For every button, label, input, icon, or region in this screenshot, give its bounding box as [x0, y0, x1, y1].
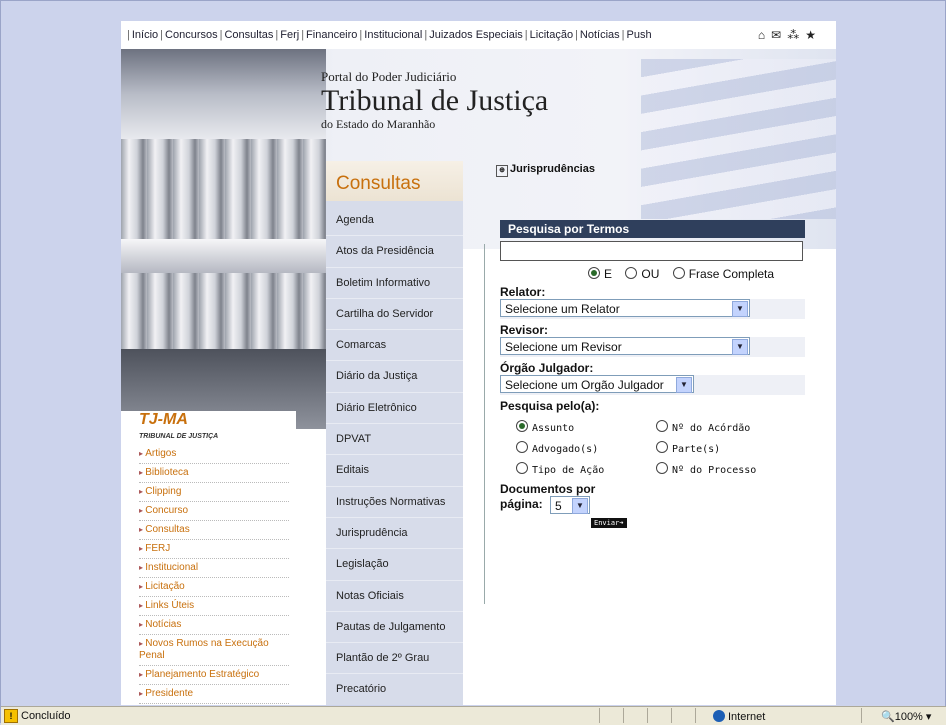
consultas-title: Consultas — [336, 173, 421, 194]
menu-item[interactable]: Atos da Presidência — [326, 236, 463, 268]
nav-ferj[interactable]: Ferj — [280, 29, 299, 41]
web-page: | Início | Concursos | Consultas | Ferj | Finance… — [121, 21, 836, 705]
menu-item[interactable]: Agenda — [326, 205, 463, 237]
nav-concursos[interactable]: Concursos — [165, 29, 218, 41]
submit-button[interactable]: Enviar➜ — [591, 518, 627, 528]
radio-ou[interactable] — [625, 267, 638, 279]
sidebar-item[interactable]: Institucional — [139, 559, 289, 578]
globe-icon — [713, 710, 725, 722]
sidebar-item[interactable]: Notícias — [139, 616, 289, 635]
menu-item[interactable]: Editais — [326, 455, 463, 487]
menu-item[interactable]: Instruções Normativas — [326, 487, 463, 518]
docs-per-page-select[interactable]: 5 ▼ — [550, 496, 591, 514]
sidebar-item[interactable]: Novos Rumos na Execução Penal — [139, 635, 289, 666]
status-text: Concluído — [21, 710, 71, 722]
nav-financeiro[interactable]: Financeiro — [306, 29, 357, 41]
menu-item[interactable]: Diário da Justiça — [326, 361, 463, 393]
panel-title: Pesquisa por Termos — [500, 220, 805, 238]
sidebar-item[interactable]: Links Úteis — [139, 597, 289, 616]
docs-label: Documentos por — [500, 482, 596, 496]
orgao-label: Órgão Julgador: — [500, 361, 594, 375]
menu-item[interactable]: DPVAT — [326, 424, 463, 456]
chevron-down-icon: ▼ — [732, 339, 748, 355]
revisor-label: Revisor: — [500, 323, 549, 337]
brand-title: Tribunal de Justiça — [321, 84, 549, 117]
left-sidebar: TJ-MA TRIBUNAL DE JUSTIÇA Artigos Biblio… — [121, 411, 296, 705]
sidebar-item[interactable]: Consultas — [139, 521, 289, 540]
sidebar-title: TJ-MA — [139, 411, 188, 428]
sidebar-item[interactable]: Planejamento Estratégico — [139, 666, 289, 685]
security-zone: Internet — [713, 710, 765, 723]
nav-noticias[interactable]: Notícias — [580, 29, 620, 41]
search-input[interactable] — [500, 241, 803, 261]
sidebar-subtitle: TRIBUNAL DE JUSTIÇA — [139, 433, 219, 440]
sitemap-icon[interactable]: ⁂ — [787, 28, 805, 42]
mail-icon[interactable]: ✉ — [771, 28, 787, 42]
status-bar: ! Concluído Internet 🔍100% ▾ — [1, 706, 946, 725]
menu-item[interactable]: Boletim Informativo — [326, 268, 463, 299]
sidebar-item[interactable]: Presidente — [139, 685, 289, 704]
brand-line3: do Estado do Maranhão — [321, 117, 436, 131]
nav-push[interactable]: Push — [627, 29, 652, 41]
match-options: E OU Frase Completa — [500, 267, 805, 281]
sidebar-item[interactable]: Biblioteca — [139, 464, 289, 483]
nav-licitacao[interactable]: Licitação — [530, 29, 573, 41]
menu-item[interactable]: Cartilha do Servidor — [326, 299, 463, 331]
menu-item[interactable]: Notas Oficiais — [326, 581, 463, 612]
sidebar-item[interactable]: Concurso — [139, 502, 289, 521]
site-brand: Portal do Poder Judiciário Tribunal de J… — [321, 69, 548, 132]
menu-item[interactable]: Plantão de 2º Grau — [326, 643, 463, 675]
magnifier-icon: ⊕ — [496, 165, 508, 177]
radio-acordao[interactable] — [656, 420, 668, 432]
nav-juizados[interactable]: Juizados Especiais — [429, 29, 523, 41]
top-navigation: | Início | Concursos | Consultas | Ferj | Finance… — [121, 21, 836, 49]
search-form: Pesquisa por Termos E OU Frase Completa … — [500, 220, 805, 528]
courthouse-image — [121, 49, 326, 429]
radio-advogado[interactable] — [516, 441, 528, 453]
chevron-down-icon: ▼ — [676, 377, 692, 393]
menu-item[interactable]: Jurisprudência — [326, 518, 463, 550]
brand-line1: Portal do Poder Judiciário — [321, 69, 457, 84]
sidebar-list: Artigos Biblioteca Clipping Concurso Con… — [139, 445, 289, 704]
radio-frase[interactable] — [672, 267, 685, 279]
browser-window: | Início | Concursos | Consultas | Ferj | Finance… — [0, 0, 946, 725]
pesquisa-label: Pesquisa pelo(a): — [500, 399, 600, 413]
radio-parte[interactable] — [656, 441, 668, 453]
menu-item[interactable]: Legislação — [326, 549, 463, 581]
flag-background — [641, 59, 836, 219]
menu-item[interactable]: Precatório — [326, 674, 463, 705]
radio-e[interactable] — [588, 267, 600, 279]
pesquisa-options: Assunto Nº do Acórdão Advogado(s) Parte(… — [500, 420, 805, 476]
consultas-menu: Consultas Agenda Atos da Presidência Bol… — [326, 161, 463, 705]
nav-institucional[interactable]: Institucional — [364, 29, 422, 41]
radio-tipo-acao[interactable] — [516, 462, 528, 474]
sidebar-item[interactable]: FERJ — [139, 540, 289, 559]
sidebar-item[interactable]: Artigos — [139, 445, 289, 464]
radio-assunto[interactable] — [516, 420, 528, 432]
home-icon[interactable]: ⌂ — [758, 28, 771, 42]
chevron-down-icon: ▼ — [732, 301, 748, 317]
nav-consultas[interactable]: Consultas — [224, 29, 273, 41]
warning-icon: ! — [4, 709, 18, 723]
orgao-select[interactable]: Selecione um Orgão Julgador ▼ — [500, 375, 694, 393]
chevron-down-icon: ▼ — [572, 498, 589, 514]
menu-item[interactable]: Diário Eletrônico — [326, 393, 463, 425]
star-icon[interactable]: ★ — [805, 28, 822, 42]
sidebar-item[interactable]: Clipping — [139, 483, 289, 502]
sidebar-item[interactable]: Licitação — [139, 578, 289, 597]
zoom-level[interactable]: 🔍100% ▾ — [881, 710, 931, 723]
menu-item[interactable]: Pautas de Julgamento — [326, 612, 463, 644]
radio-processo[interactable] — [656, 462, 668, 474]
nav-inicio[interactable]: Início — [132, 29, 158, 41]
relator-label: Relator: — [500, 285, 546, 299]
revisor-select[interactable]: Selecione um Revisor ▼ — [500, 337, 750, 355]
menu-item[interactable]: Comarcas — [326, 330, 463, 362]
relator-select[interactable]: Selecione um Relator ▼ — [500, 299, 750, 317]
section-heading: ⊕ Jurisprudências — [496, 163, 595, 177]
